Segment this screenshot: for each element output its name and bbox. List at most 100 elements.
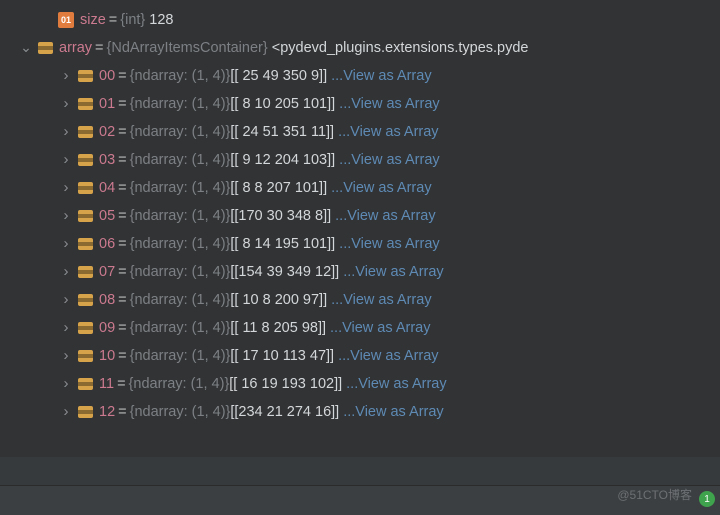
chevron-right-icon[interactable]	[58, 404, 74, 421]
item-value: [[ 8 10 205 101]]	[230, 96, 335, 112]
item-index: 05	[99, 208, 115, 224]
array-item-row[interactable]: 02 = {ndarray: (1, 4)} [[ 24 51 351 11]]…	[0, 118, 720, 146]
int-icon: 01	[58, 12, 74, 28]
array-item-row[interactable]: 12 = {ndarray: (1, 4)} [[234 21 274 16]]…	[0, 398, 720, 426]
array-icon	[78, 70, 93, 82]
view-as-array-link[interactable]: ...View as Array	[331, 180, 431, 196]
chevron-right-icon[interactable]	[58, 124, 74, 141]
view-as-array-link[interactable]: ...View as Array	[338, 348, 438, 364]
view-as-array-link[interactable]: ...View as Array	[331, 292, 431, 308]
array-item-row[interactable]: 04 = {ndarray: (1, 4)} [[ 8 8 207 101]].…	[0, 174, 720, 202]
item-index: 08	[99, 292, 115, 308]
var-row-size[interactable]: 01 size = {int} 128	[0, 6, 720, 34]
view-as-array-link[interactable]: ...View as Array	[343, 264, 443, 280]
overflow-shadow	[0, 457, 720, 485]
view-as-array-link[interactable]: ...View as Array	[343, 404, 443, 420]
var-value: 128	[149, 12, 173, 28]
item-value: [[234 21 274 16]]	[230, 404, 339, 420]
equals-sign: =	[118, 292, 126, 308]
chevron-right-icon[interactable]	[58, 68, 74, 85]
array-item-row[interactable]: 09 = {ndarray: (1, 4)} [[ 11 8 205 98]].…	[0, 314, 720, 342]
item-value: [[ 17 10 113 47]]	[230, 348, 334, 364]
view-as-array-link[interactable]: ...View as Array	[346, 376, 446, 392]
item-value: [[ 11 8 205 98]]	[230, 320, 326, 336]
array-item-row[interactable]: 11 = {ndarray: (1, 4)} [[ 16 19 193 102]…	[0, 370, 720, 398]
array-icon	[78, 294, 93, 306]
var-type: {int}	[120, 12, 145, 28]
var-value: <pydevd_plugins.extensions.types.pyde	[272, 40, 529, 56]
equals-sign: =	[118, 152, 126, 168]
item-value: [[ 10 8 200 97]]	[230, 292, 327, 308]
item-index: 04	[99, 180, 115, 196]
chevron-right-icon[interactable]	[58, 152, 74, 169]
array-icon	[78, 210, 93, 222]
array-icon	[78, 350, 93, 362]
view-as-array-link[interactable]: ...View as Array	[338, 124, 438, 140]
item-index: 11	[99, 376, 114, 392]
chevron-right-icon[interactable]	[58, 180, 74, 197]
array-item-row[interactable]: 07 = {ndarray: (1, 4)} [[154 39 349 12]]…	[0, 258, 720, 286]
array-item-row[interactable]: 06 = {ndarray: (1, 4)} [[ 8 14 195 101]]…	[0, 230, 720, 258]
chevron-right-icon[interactable]	[58, 236, 74, 253]
array-item-row[interactable]: 10 = {ndarray: (1, 4)} [[ 17 10 113 47]]…	[0, 342, 720, 370]
item-type: {ndarray: (1, 4)}	[130, 68, 231, 84]
chevron-right-icon[interactable]	[58, 208, 74, 225]
item-index: 09	[99, 320, 115, 336]
chevron-right-icon[interactable]	[58, 96, 74, 113]
item-index: 03	[99, 152, 115, 168]
item-index: 00	[99, 68, 115, 84]
chevron-right-icon[interactable]	[58, 264, 74, 281]
item-index: 06	[99, 236, 115, 252]
equals-sign: =	[118, 348, 126, 364]
view-as-array-link[interactable]: ...View as Array	[339, 152, 439, 168]
item-value: [[154 39 349 12]]	[230, 264, 339, 280]
item-type: {ndarray: (1, 4)}	[130, 180, 231, 196]
array-icon	[38, 42, 53, 54]
view-as-array-link[interactable]: ...View as Array	[339, 236, 439, 252]
notification-badge[interactable]: 1	[699, 491, 715, 507]
array-icon	[78, 126, 93, 138]
array-item-row[interactable]: 00 = {ndarray: (1, 4)} [[ 25 49 350 9]].…	[0, 62, 720, 90]
item-index: 10	[99, 348, 115, 364]
item-type: {ndarray: (1, 4)}	[130, 236, 231, 252]
view-as-array-link[interactable]: ...View as Array	[335, 208, 435, 224]
array-item-row[interactable]: 03 = {ndarray: (1, 4)} [[ 9 12 204 103]]…	[0, 146, 720, 174]
item-type: {ndarray: (1, 4)}	[130, 348, 231, 364]
item-type: {ndarray: (1, 4)}	[130, 96, 231, 112]
chevron-right-icon[interactable]	[58, 376, 74, 393]
item-type: {ndarray: (1, 4)}	[130, 292, 231, 308]
array-item-row[interactable]: 05 = {ndarray: (1, 4)} [[170 30 348 8]].…	[0, 202, 720, 230]
array-icon	[78, 322, 93, 334]
chevron-down-icon[interactable]	[18, 40, 34, 57]
array-icon	[78, 378, 93, 390]
chevron-right-icon[interactable]	[58, 320, 74, 337]
array-items-container: 00 = {ndarray: (1, 4)} [[ 25 49 350 9]].…	[0, 62, 720, 426]
var-name: size	[80, 12, 106, 28]
item-value: [[ 16 19 193 102]]	[229, 376, 342, 392]
item-type: {ndarray: (1, 4)}	[130, 208, 231, 224]
view-as-array-link[interactable]: ...View as Array	[339, 96, 439, 112]
item-value: [[ 8 8 207 101]]	[230, 180, 327, 196]
array-icon	[78, 406, 93, 418]
item-index: 07	[99, 264, 115, 280]
equals-sign: =	[118, 96, 126, 112]
equals-sign: =	[118, 124, 126, 140]
status-bar	[0, 485, 720, 515]
equals-sign: =	[118, 404, 126, 420]
view-as-array-link[interactable]: ...View as Array	[330, 320, 430, 336]
var-type: {NdArrayItemsContainer}	[107, 40, 268, 56]
item-value: [[ 25 49 350 9]]	[230, 68, 327, 84]
equals-sign: =	[118, 264, 126, 280]
item-type: {ndarray: (1, 4)}	[130, 404, 231, 420]
item-value: [[ 8 14 195 101]]	[230, 236, 335, 252]
var-row-array[interactable]: array = {NdArrayItemsContainer} <pydevd_…	[0, 34, 720, 62]
chevron-right-icon[interactable]	[58, 348, 74, 365]
chevron-right-icon[interactable]	[58, 292, 74, 309]
view-as-array-link[interactable]: ...View as Array	[331, 68, 431, 84]
item-value: [[170 30 348 8]]	[230, 208, 331, 224]
array-item-row[interactable]: 08 = {ndarray: (1, 4)} [[ 10 8 200 97]].…	[0, 286, 720, 314]
item-type: {ndarray: (1, 4)}	[130, 264, 231, 280]
array-item-row[interactable]: 01 = {ndarray: (1, 4)} [[ 8 10 205 101]]…	[0, 90, 720, 118]
equals-sign: =	[118, 180, 126, 196]
item-type: {ndarray: (1, 4)}	[130, 152, 231, 168]
